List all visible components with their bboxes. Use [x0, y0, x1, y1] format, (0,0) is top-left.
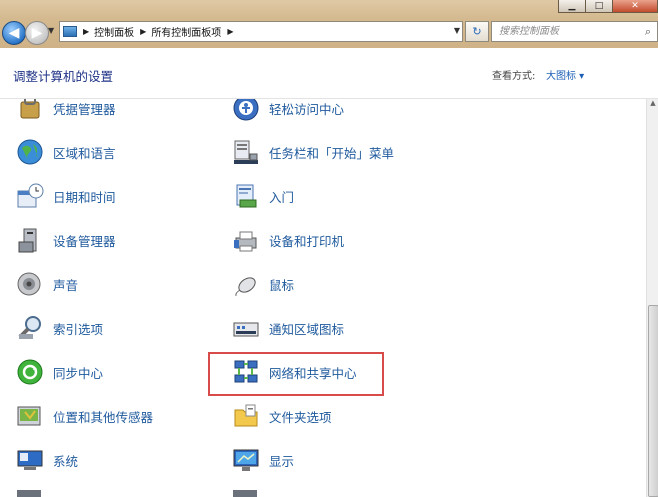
item-label: 同步中心 — [53, 365, 104, 381]
window-controls: ▁ □ ✕ — [558, 0, 658, 13]
item-sync-center[interactable]: 同步中心 — [15, 350, 103, 394]
item-credential-manager[interactable]: 凭据管理器 — [15, 99, 116, 130]
item-devices-printers[interactable]: 设备和打印机 — [231, 218, 344, 262]
minimize-button[interactable]: ▁ — [558, 0, 586, 13]
item-device-manager[interactable]: 设备管理器 — [15, 218, 116, 262]
back-button[interactable]: ◀ — [2, 21, 26, 45]
highlight-box — [208, 352, 384, 396]
breadcrumb-chevron-icon[interactable]: ▶ — [140, 27, 146, 36]
close-button[interactable]: ✕ — [612, 0, 658, 13]
item-label: 位置和其他传感器 — [53, 409, 154, 425]
date-time-icon — [15, 181, 45, 211]
item-label: 轻松访问中心 — [269, 101, 345, 117]
item-taskbar-start-menu[interactable]: 任务栏和「开始」菜单 — [231, 130, 394, 174]
item-folder-options[interactable]: 文件夹选项 — [231, 394, 332, 438]
breadcrumb-all-items[interactable]: 所有控制面板项 — [151, 24, 221, 39]
system-icon — [15, 445, 45, 475]
breadcrumb-chevron-icon[interactable]: ▶ — [83, 27, 89, 36]
refresh-button[interactable]: ↻ — [465, 21, 489, 42]
item-label: 通知区域图标 — [269, 321, 345, 337]
item-ease-of-access[interactable]: 轻松访问中心 — [231, 99, 344, 130]
item-label: 入门 — [269, 189, 295, 205]
page-title: 调整计算机的设置 — [13, 69, 114, 84]
search-icon[interactable]: ⌕ — [645, 25, 651, 39]
item-display[interactable]: 显示 — [231, 438, 294, 482]
title-bar: ▁ □ ✕ ◀ ▶ ▼ ▶ 控制面板 ▶ 所有控制面板项 ▶ ▼ ↻ ⌕ — [0, 0, 658, 49]
folder-options-icon — [231, 401, 261, 431]
forward-button[interactable]: ▶ — [25, 21, 49, 45]
region-language-icon — [15, 137, 45, 167]
ease-of-access-icon — [231, 99, 261, 123]
search-input[interactable] — [497, 21, 641, 42]
devices-printers-icon — [231, 225, 261, 255]
item-notification-area-icons[interactable]: 通知区域图标 — [231, 306, 344, 350]
sound-icon — [15, 269, 45, 299]
item-indexing-options[interactable]: 索引选项 — [15, 306, 103, 350]
vertical-scrollbar[interactable]: ▲ — [646, 99, 658, 497]
control-panel-items: 凭据管理器 区域和语言 日期和时间 设备管理器 声音 索引选项 同步中心 位置和… — [0, 99, 646, 497]
item-label: 显示 — [269, 453, 295, 469]
forward-arrow-icon: ▶ — [31, 25, 43, 41]
recent-pages-dropdown-icon[interactable]: ▼ — [48, 26, 54, 35]
notification-area-icon — [231, 313, 261, 343]
item-label: 鼠标 — [269, 277, 295, 293]
scrollbar-thumb[interactable] — [648, 305, 658, 497]
item-getting-started[interactable]: 入门 — [231, 174, 294, 218]
refresh-icon: ↻ — [472, 25, 482, 38]
item-mouse[interactable]: 鼠标 — [231, 262, 294, 306]
indexing-options-icon — [15, 313, 45, 343]
item-label: 文件夹选项 — [269, 409, 332, 425]
breadcrumb-chevron-icon[interactable]: ▶ — [227, 27, 233, 36]
partial-item-icon — [233, 490, 257, 497]
item-label: 任务栏和「开始」菜单 — [269, 145, 395, 161]
view-by-label: 查看方式: — [492, 71, 536, 82]
item-sound[interactable]: 声音 — [15, 262, 78, 306]
address-dropdown-icon[interactable]: ▼ — [454, 26, 460, 35]
back-arrow-icon: ◀ — [8, 25, 20, 41]
breadcrumb-control-panel[interactable]: 控制面板 — [94, 24, 134, 39]
mouse-icon — [231, 269, 261, 299]
content-header: 调整计算机的设置 查看方式: 大图标 ▾ — [0, 48, 658, 99]
view-by-dropdown[interactable]: 大图标 ▾ — [546, 67, 584, 82]
item-location-sensors[interactable]: 位置和其他传感器 — [15, 394, 153, 438]
display-icon — [231, 445, 261, 475]
control-panel-icon — [63, 26, 77, 37]
item-date-time[interactable]: 日期和时间 — [15, 174, 116, 218]
item-label: 区域和语言 — [53, 145, 116, 161]
item-system[interactable]: 系统 — [15, 438, 78, 482]
partial-item-icon — [17, 490, 41, 497]
scroll-up-arrow-icon[interactable]: ▲ — [648, 99, 658, 111]
item-label: 日期和时间 — [53, 189, 116, 205]
item-label: 凭据管理器 — [53, 101, 116, 117]
getting-started-icon — [231, 181, 261, 211]
item-label: 索引选项 — [53, 321, 104, 337]
location-sensors-icon — [15, 401, 45, 431]
taskbar-start-menu-icon — [231, 137, 261, 167]
sync-center-icon — [15, 357, 45, 387]
item-label: 系统 — [53, 453, 79, 469]
item-label: 声音 — [53, 277, 79, 293]
item-region-language[interactable]: 区域和语言 — [15, 130, 116, 174]
credential-manager-icon — [15, 99, 45, 123]
search-box[interactable]: ⌕ — [491, 21, 658, 42]
address-bar[interactable]: ▶ 控制面板 ▶ 所有控制面板项 ▶ ▼ — [59, 21, 463, 42]
item-label: 设备管理器 — [53, 233, 116, 249]
item-label: 设备和打印机 — [269, 233, 345, 249]
maximize-button[interactable]: □ — [585, 0, 613, 13]
device-manager-icon — [15, 225, 45, 255]
